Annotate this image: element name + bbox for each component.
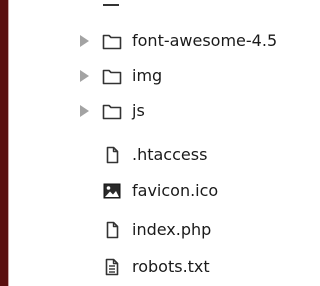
tree-item-favicon[interactable]: favicon.ico — [0, 174, 303, 208]
folder-icon — [102, 67, 122, 85]
tree-item-label: robots.txt — [132, 257, 210, 276]
folder-icon — [102, 32, 122, 50]
image-file-icon — [102, 182, 122, 200]
tree-item-label: favicon.ico — [132, 181, 219, 200]
tree-item-font-awesome[interactable]: font-awesome-4.5 — [0, 24, 303, 58]
text-file-icon — [102, 258, 122, 276]
tree-item-label: img — [132, 66, 163, 85]
partial-row-above — [103, 0, 119, 6]
tree-item-htaccess[interactable]: .htaccess — [0, 138, 303, 172]
expand-arrow-icon[interactable] — [80, 35, 89, 47]
expand-arrow-icon[interactable] — [80, 105, 89, 117]
tree-item-js[interactable]: js — [0, 94, 303, 128]
tree-item-label: js — [132, 101, 145, 120]
tree-item-label: font-awesome-4.5 — [132, 31, 278, 50]
folder-icon — [102, 102, 122, 120]
tree-item-label: .htaccess — [132, 145, 208, 164]
file-icon — [102, 146, 122, 164]
tree-item-robots-txt[interactable]: robots.txt — [0, 250, 303, 284]
file-tree: font-awesome-4.5 img js .htaccess favico… — [0, 0, 303, 286]
expand-arrow-icon[interactable] — [80, 70, 89, 82]
file-icon — [102, 221, 122, 239]
tree-item-img[interactable]: img — [0, 59, 303, 93]
tree-item-index-php[interactable]: index.php — [0, 213, 303, 247]
tree-item-label: index.php — [132, 220, 212, 239]
